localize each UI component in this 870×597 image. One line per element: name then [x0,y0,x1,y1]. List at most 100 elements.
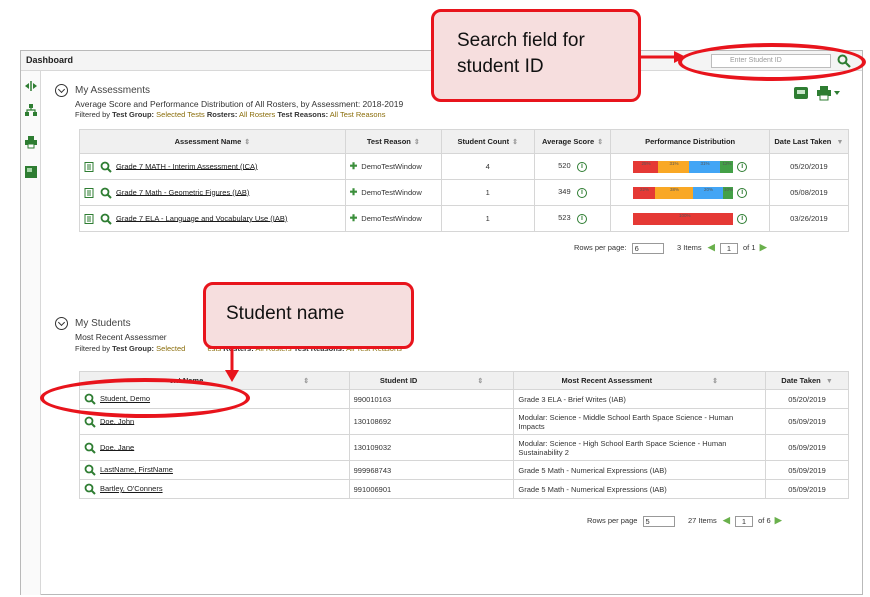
performance-segment-label: 12% [722,160,732,166]
assessment-link[interactable]: Grade 7 Math - Geometric Figures (IAB) [116,187,249,196]
test-group-label: Test Group: [112,110,155,119]
next-page-icon[interactable]: ▶ [760,242,767,252]
rosters-value[interactable]: All Rosters [239,110,275,119]
date-last-taken-cell: 05/08/2019 [768,179,850,206]
assessment-row: Grade 7 MATH - Interim Assessment (ICA) ✚… [79,153,850,180]
student-name-link[interactable]: LastName, FirstName [100,465,173,474]
dashboard-title: Dashboard [26,55,74,65]
hierarchy-icon[interactable] [24,103,38,117]
plus-icon[interactable]: ✚ [350,213,358,223]
filter-prefix: Filtered by [75,344,111,353]
student-name-callout: Student name [203,282,414,349]
student-count-cell: 4 [440,153,535,180]
assessment-link[interactable]: Grade 7 MATH - Interim Assessment (ICA) [116,161,258,170]
student-row: Doe, Jane 130109032 Modular: Science - Hig… [79,434,849,461]
average-score-value: 349 [558,187,571,196]
test-reason-value: DemoTestWindow [361,188,422,197]
student-id-cell: 999968743 [348,460,515,480]
col-date-taken[interactable]: Date Taken ▼ [765,371,849,390]
assessment-name-cell: Grade 7 MATH - Interim Assessment (ICA) [79,153,346,180]
magnifier-icon[interactable] [84,416,96,428]
prev-page-icon[interactable]: ◀ [708,242,715,252]
magnifier-icon[interactable] [100,161,112,173]
print-icon[interactable] [793,85,809,101]
col-most-recent-assessment[interactable]: Most Recent Assessment ⇕ [513,371,767,390]
magnifier-icon[interactable] [84,464,96,476]
plus-icon[interactable]: ✚ [350,161,358,171]
students-pager: Rows per page 5 27 Items ◀ 1 of 6 ▶ [587,515,782,527]
col-performance-distribution: Performance Distribution [610,129,770,154]
col-student-id[interactable]: Student ID ⇕ [348,371,515,390]
test-reason-cell: ✚ DemoTestWindow [344,205,442,232]
assessments-subtitle: Average Score and Performance Distributi… [75,99,404,109]
callout-arrow-down-icon [225,346,239,382]
document-icon[interactable] [84,187,94,198]
info-icon[interactable]: i [576,214,587,224]
test-reason-cell: ✚ DemoTestWindow [344,179,442,206]
performance-distribution-cell: 25% 31% 31% 12% i [610,153,770,180]
assessments-table: Assessment Name ⇕ Test Reason ⇕ Student Co… [79,129,850,232]
info-icon[interactable]: i [576,162,587,172]
assessments-filter: Filtered by Test Group: Selected Tests R… [75,110,385,119]
info-icon[interactable]: i [737,188,748,199]
page-input[interactable]: 1 [719,242,738,254]
magnifier-icon[interactable] [100,187,112,199]
student-name-highlight-oval [40,378,250,418]
plus-icon[interactable]: ✚ [350,187,358,197]
info-icon[interactable]: i [737,162,748,173]
collapse-students-icon[interactable] [55,317,68,330]
student-name-cell: Bartley, O'Conners [79,479,350,499]
date-last-taken-cell: 03/26/2019 [768,205,850,232]
magnifier-icon[interactable] [84,442,96,454]
rows-per-page-input[interactable]: 5 [642,515,675,527]
test-group-value[interactable]: Selected [156,344,185,353]
assessments-pager: Rows per page: 6 3 Items ◀ 1 of 1 ▶ [574,242,767,254]
item-count: 3 Items [677,243,702,252]
performance-bar: 100% [633,212,734,225]
test-reasons-value[interactable]: All Test Reasons [330,110,386,119]
document-icon[interactable] [84,213,94,224]
magnifier-icon[interactable] [100,213,112,225]
printer-menu-icon[interactable] [817,85,841,101]
performance-segment-label: 38% [670,186,680,192]
prev-page-icon[interactable]: ◀ [723,515,730,525]
date-taken-cell: 05/20/2019 [765,389,849,409]
student-id-cell: 130108692 [348,408,515,435]
rows-per-page-input[interactable]: 6 [631,242,664,254]
page-input[interactable]: 1 [735,515,754,527]
date-taken-cell: 05/09/2019 [765,460,849,480]
col-assessment-name[interactable]: Assessment Name ⇕ [79,129,346,154]
test-reason-cell: ✚ DemoTestWindow [344,153,442,180]
expand-collapse-icon[interactable] [24,79,38,93]
student-name-link[interactable]: Doe, John [100,416,134,425]
performance-segment-label: 25% [641,160,651,166]
student-name-link[interactable]: Doe, Jane [100,442,134,451]
screenshot: Dashboard Enter Student ID My Assessment… [0,0,870,597]
magnifier-icon[interactable] [84,483,96,495]
info-icon[interactable]: i [576,188,587,198]
report-icon[interactable] [24,165,38,179]
average-score-value: 520 [558,161,571,170]
document-icon[interactable] [84,161,94,172]
date-taken-cell: 05/09/2019 [765,408,849,435]
date-last-taken-cell: 05/20/2019 [768,153,850,180]
performance-bar: 25% 31% 31% 12% [633,160,734,173]
col-date-last-taken[interactable]: Date Last Taken ▼ [768,129,850,154]
test-reason-value: DemoTestWindow [361,214,422,223]
student-id-cell: 990010163 [348,389,515,409]
collapse-assessments-icon[interactable] [55,84,68,97]
student-name-link[interactable]: Bartley, O'Conners [100,484,163,493]
col-average-score[interactable]: Average Score ⇕ [533,129,612,154]
info-icon[interactable]: i [737,214,748,225]
printer-icon[interactable] [24,135,38,149]
rosters-label: Rosters: [206,110,238,119]
next-page-icon[interactable]: ▶ [775,515,782,525]
average-score-cell: 349 i [533,179,612,206]
page-total: of 1 [743,243,756,252]
most-recent-assessment-cell: Grade 5 Math - Numerical Expressions (IA… [513,460,767,480]
assessment-link[interactable]: Grade 7 ELA - Language and Vocabulary Us… [116,213,287,222]
student-id-cell: 991006901 [348,479,515,499]
test-group-value[interactable]: Selected Tests [156,110,205,119]
col-test-reason[interactable]: Test Reason ⇕ [344,129,442,154]
col-student-count[interactable]: Student Count ⇕ [440,129,535,154]
